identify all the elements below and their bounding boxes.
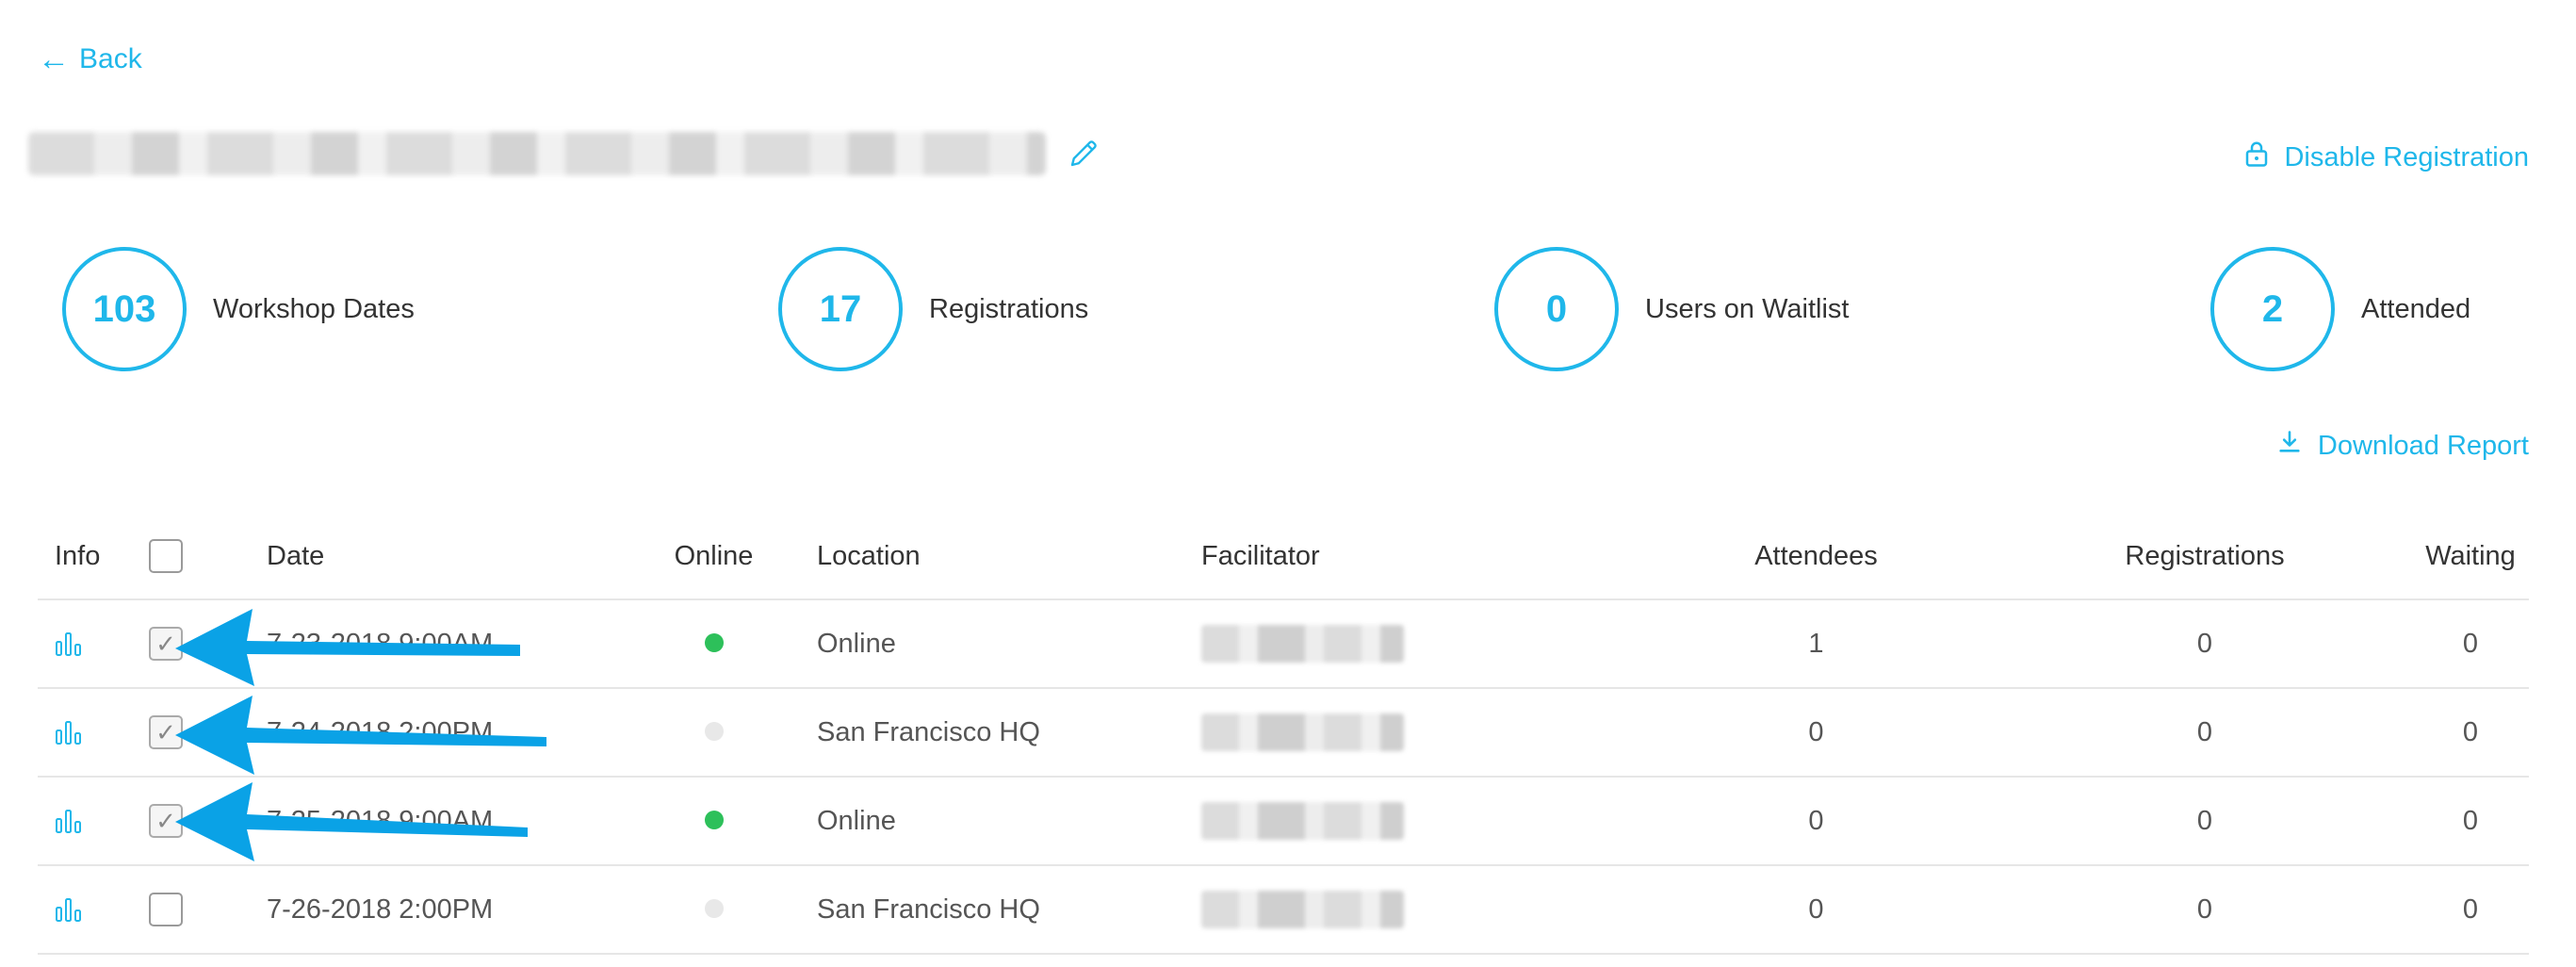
- offline-status-dot: [704, 721, 724, 741]
- header-waiting[interactable]: Waiting: [2412, 514, 2529, 600]
- stat-circle: 0: [1494, 247, 1619, 371]
- location-cell: Online: [791, 777, 1201, 866]
- select-cell[interactable]: [149, 865, 267, 955]
- registrations-cell: 0: [1997, 688, 2412, 778]
- stat-circle: 17: [778, 247, 903, 371]
- facilitator-cell: [1201, 865, 1635, 955]
- date-cell: 7-25-2018 9:00AM: [267, 777, 636, 866]
- attendees-cell: 1: [1635, 599, 1997, 689]
- workshop-title-redacted: [28, 132, 1046, 175]
- stat-circle: 2: [2210, 247, 2335, 371]
- stat-label: Users on Waitlist: [1645, 293, 1850, 324]
- info-cell: [38, 777, 149, 866]
- stat-registrations: 17 Registrations: [778, 247, 1088, 371]
- facilitator-cell: [1201, 599, 1635, 689]
- online-status-dot: [704, 810, 724, 829]
- row-checkbox[interactable]: [149, 893, 183, 926]
- select-cell[interactable]: ✓: [149, 599, 267, 689]
- header-registrations[interactable]: Registrations: [1997, 514, 2412, 600]
- download-report-label: Download Report: [2317, 430, 2529, 461]
- waiting-cell: 0: [2412, 599, 2529, 689]
- back-label: Back: [79, 43, 142, 74]
- info-cell: [38, 865, 149, 955]
- select-cell[interactable]: ✓: [149, 777, 267, 866]
- waiting-cell: 0: [2412, 688, 2529, 778]
- header-info: Info: [38, 514, 149, 600]
- header-date[interactable]: Date: [267, 514, 636, 600]
- date-cell: 7-26-2018 2:00PM: [267, 865, 636, 955]
- info-cell: [38, 599, 149, 689]
- bar-chart-icon[interactable]: [55, 719, 149, 746]
- facilitator-redacted: [1201, 802, 1404, 840]
- workshop-title-row: [28, 132, 1101, 175]
- online-status-dot: [704, 632, 724, 652]
- stat-circle: 103: [62, 247, 187, 371]
- online-cell: [636, 865, 791, 955]
- table-row: ✓ 7-24-2018 2:00PM San Francisco HQ 0 0 …: [38, 688, 2529, 778]
- date-cell: 7-23-2018 9:00AM: [267, 599, 636, 689]
- online-cell: [636, 688, 791, 778]
- date-cell: 7-24-2018 2:00PM: [267, 688, 636, 778]
- header-attendees[interactable]: Attendees: [1635, 514, 1997, 600]
- header-facilitator[interactable]: Facilitator: [1201, 514, 1635, 600]
- location-cell: Online: [791, 599, 1201, 689]
- check-icon: ✓: [155, 630, 176, 658]
- header-location[interactable]: Location: [791, 514, 1201, 600]
- stat-label: Workshop Dates: [213, 293, 415, 324]
- registrations-cell: 0: [1997, 599, 2412, 689]
- check-icon: ✓: [155, 807, 176, 835]
- back-link[interactable]: ← Back: [38, 43, 142, 75]
- download-icon: [2276, 429, 2303, 463]
- facilitator-redacted: [1201, 713, 1404, 751]
- online-cell: [636, 777, 791, 866]
- facilitator-cell: [1201, 777, 1635, 866]
- stat-label: Registrations: [929, 293, 1089, 324]
- download-report-button[interactable]: Download Report: [2276, 429, 2529, 463]
- arrow-left-icon: ←: [38, 41, 70, 77]
- stat-label: Attended: [2361, 293, 2471, 324]
- registrations-cell: 0: [1997, 777, 2412, 866]
- disable-registration-label: Disable Registration: [2284, 141, 2529, 172]
- stat-users-on-waitlist: 0 Users on Waitlist: [1494, 247, 1849, 371]
- attendees-cell: 0: [1635, 865, 1997, 955]
- bar-chart-icon[interactable]: [55, 631, 149, 657]
- select-cell[interactable]: ✓: [149, 688, 267, 778]
- online-cell: [636, 599, 791, 689]
- attendees-cell: 0: [1635, 688, 1997, 778]
- offline-status-dot: [704, 898, 724, 918]
- waiting-cell: 0: [2412, 777, 2529, 866]
- facilitator-cell: [1201, 688, 1635, 778]
- table-header-row: Info Date Online Location Facilitator At…: [38, 514, 2529, 600]
- bar-chart-icon[interactable]: [55, 896, 149, 923]
- stat-attended: 2 Attended: [2210, 247, 2470, 371]
- registrations-cell: 0: [1997, 865, 2412, 955]
- facilitator-redacted: [1201, 891, 1404, 928]
- header-online[interactable]: Online: [636, 514, 791, 600]
- lock-icon: [2244, 139, 2269, 175]
- stat-workshop-dates: 103 Workshop Dates: [62, 247, 415, 371]
- attendees-cell: 0: [1635, 777, 1997, 866]
- waiting-cell: 0: [2412, 865, 2529, 955]
- disable-registration-button[interactable]: Disable Registration: [2244, 139, 2529, 175]
- row-checkbox[interactable]: ✓: [149, 804, 183, 838]
- table-row: ✓ 7-23-2018 9:00AM Online 1 0 0: [38, 599, 2529, 689]
- pencil-icon[interactable]: [1067, 137, 1101, 171]
- facilitator-redacted: [1201, 625, 1404, 663]
- check-icon: ✓: [155, 718, 176, 746]
- table-row: ✓ 7-25-2018 9:00AM Online 0 0 0: [38, 777, 2529, 866]
- header-select-all[interactable]: [149, 514, 267, 600]
- row-checkbox[interactable]: ✓: [149, 627, 183, 661]
- table-row: 7-26-2018 2:00PM San Francisco HQ 0 0 0: [38, 865, 2529, 955]
- row-checkbox[interactable]: ✓: [149, 715, 183, 749]
- location-cell: San Francisco HQ: [791, 688, 1201, 778]
- info-cell: [38, 688, 149, 778]
- select-all-checkbox[interactable]: [149, 539, 183, 573]
- location-cell: San Francisco HQ: [791, 865, 1201, 955]
- workshop-dates-table: Info Date Online Location Facilitator At…: [38, 514, 2529, 955]
- bar-chart-icon[interactable]: [55, 808, 149, 834]
